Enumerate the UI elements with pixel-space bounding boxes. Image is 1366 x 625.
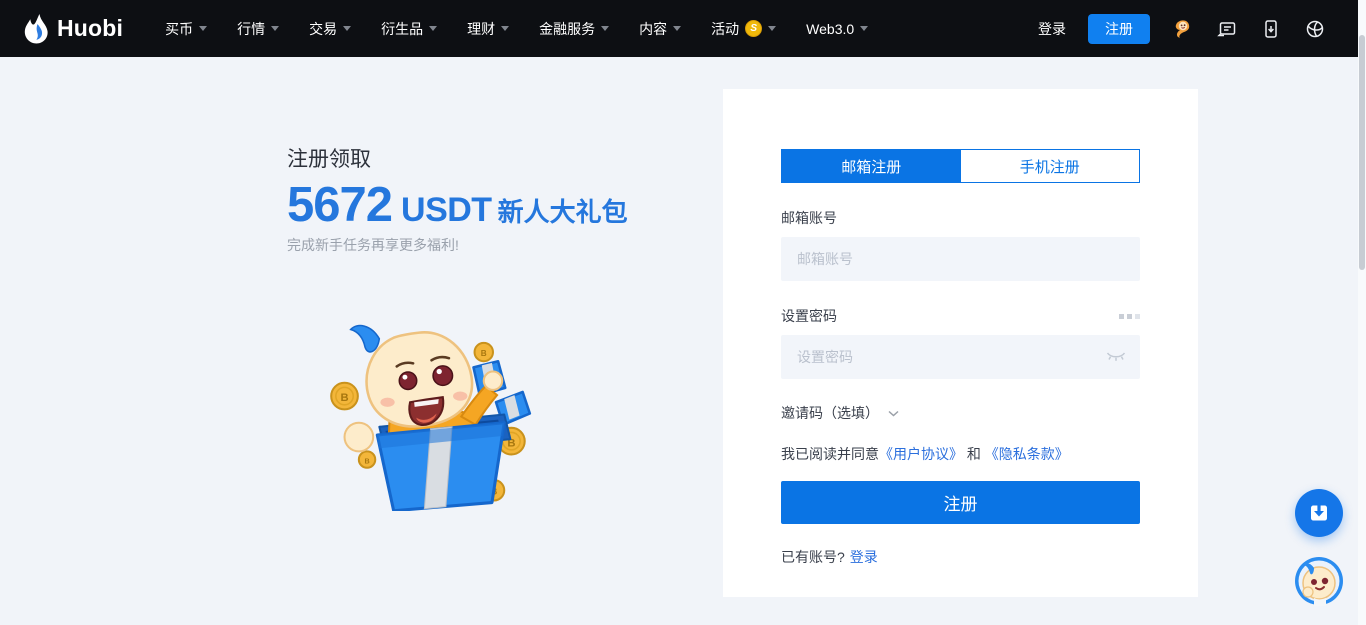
app-download-float-button[interactable] — [1295, 489, 1343, 537]
password-input[interactable] — [781, 335, 1140, 379]
chevron-down-icon — [673, 26, 681, 31]
gold-coin-icon: S — [745, 20, 762, 37]
chevron-down-icon — [888, 410, 899, 417]
scrollbar-thumb[interactable] — [1359, 35, 1365, 270]
support-chat-icon[interactable] — [1216, 18, 1238, 40]
mascot-illustration: B B B B B — [322, 316, 537, 511]
nav-item-earn[interactable]: 理财 — [467, 19, 509, 39]
nav-item-content[interactable]: 内容 — [639, 19, 681, 39]
top-navbar: Huobi 买币 行情 交易 衍生品 理财 金融服务 内容 活动S Web3.0… — [0, 0, 1366, 57]
chevron-down-icon — [343, 26, 351, 31]
chevron-down-icon — [860, 26, 868, 31]
nav-item-trade[interactable]: 交易 — [309, 19, 351, 39]
login-link[interactable]: 登录 — [1038, 19, 1066, 39]
tab-phone-register[interactable]: 手机注册 — [961, 150, 1140, 182]
brand-name: Huobi — [57, 15, 123, 42]
chevron-down-icon — [601, 26, 609, 31]
register-submit-button[interactable]: 注册 — [781, 481, 1140, 524]
password-label: 设置密码 — [781, 306, 837, 326]
svg-text:B: B — [340, 392, 348, 404]
has-account-row: 已有账号?登录 — [781, 547, 1140, 567]
promo-gift-text: 新人大礼包 — [498, 192, 628, 229]
register-nav-button[interactable]: 注册 — [1088, 14, 1150, 44]
mascot-icon[interactable] — [1172, 18, 1194, 40]
chevron-down-icon — [501, 26, 509, 31]
nav-item-derivatives[interactable]: 衍生品 — [381, 19, 437, 39]
download-icon — [1306, 500, 1332, 526]
nav-right-actions: 登录 注册 — [1038, 14, 1326, 44]
chevron-down-icon — [271, 26, 279, 31]
nav-item-markets[interactable]: 行情 — [237, 19, 279, 39]
chevron-down-icon — [768, 26, 776, 31]
huobi-logo[interactable]: Huobi — [24, 14, 123, 44]
bitcoin-coin-icon: B — [359, 451, 375, 467]
email-label: 邮箱账号 — [781, 208, 837, 228]
bitcoin-coin-icon: B — [331, 383, 358, 410]
promo-headline: 注册领取 — [287, 143, 628, 173]
eye-closed-icon[interactable] — [1106, 351, 1126, 363]
main-menu: 买币 行情 交易 衍生品 理财 金融服务 内容 活动S Web3.0 — [165, 19, 868, 39]
promo-currency: USDT — [401, 191, 492, 230]
user-agreement-link[interactable]: 《用户协议》 — [879, 446, 963, 462]
privacy-terms-link[interactable]: 《隐私条款》 — [985, 446, 1069, 462]
support-mascot-avatar[interactable] — [1294, 556, 1344, 606]
nav-item-activity[interactable]: 活动S — [711, 19, 776, 39]
promo-block: 注册领取 5672 USDT 新人大礼包 完成新手任务再享更多福利! — [287, 143, 628, 255]
registration-panel: 邮箱注册 手机注册 邮箱账号 设置密码 邀请码（选填） — [723, 89, 1198, 597]
tab-email-register[interactable]: 邮箱注册 — [782, 150, 961, 182]
app-download-icon[interactable] — [1260, 18, 1282, 40]
agreement-text: 我已阅读并同意《用户协议》 和 《隐私条款》 — [781, 444, 1140, 464]
email-input[interactable] — [781, 237, 1140, 281]
promo-amount-line: 5672 USDT 新人大礼包 — [287, 181, 628, 230]
nav-item-web3[interactable]: Web3.0 — [806, 21, 868, 37]
invite-code-toggle[interactable]: 邀请码（选填） — [781, 403, 1140, 423]
login-link-bottom[interactable]: 登录 — [850, 549, 878, 565]
nav-item-finance[interactable]: 金融服务 — [539, 19, 609, 39]
svg-text:B: B — [364, 458, 369, 466]
password-strength-indicator — [1119, 314, 1140, 319]
svg-text:B: B — [481, 349, 487, 358]
language-globe-icon[interactable] — [1304, 18, 1326, 40]
chevron-down-icon — [429, 26, 437, 31]
nav-item-buy-crypto[interactable]: 买币 — [165, 19, 207, 39]
chevron-down-icon — [199, 26, 207, 31]
promo-subtitle: 完成新手任务再享更多福利! — [287, 235, 628, 255]
bitcoin-coin-icon: B — [475, 343, 493, 361]
flame-icon — [24, 14, 49, 44]
register-tabs: 邮箱注册 手机注册 — [781, 149, 1140, 183]
promo-amount: 5672 — [287, 181, 392, 230]
page-scrollbar[interactable] — [1358, 0, 1366, 625]
